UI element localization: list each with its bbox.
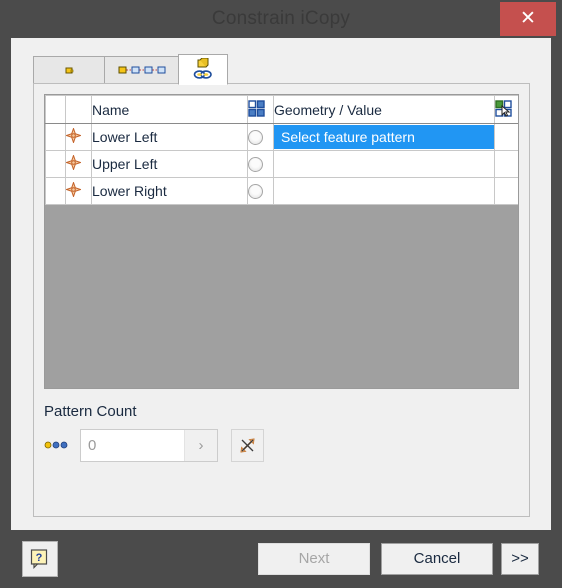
help-button[interactable]: ? [22, 541, 58, 577]
row-picker[interactable] [247, 177, 274, 205]
tab-panel: Name Geometry / Value Lower Left Select … [33, 83, 530, 517]
row-name: Lower Left [91, 123, 248, 151]
next-button[interactable]: Next [258, 543, 370, 575]
pattern-pick-grid-icon[interactable] [494, 95, 518, 124]
single-component-icon [34, 57, 104, 83]
row-extra [494, 177, 518, 205]
row-extra [494, 150, 518, 178]
dialog-title: Constrain iCopy [211, 8, 351, 29]
radio-unselected[interactable] [248, 157, 263, 173]
cancel-button[interactable]: Cancel [381, 543, 493, 575]
row-geometry-cell[interactable]: Select feature pattern [273, 123, 495, 151]
dialog-window: Constrain iCopy ✕ Name Geometry / Value … [0, 0, 562, 577]
constraint-grid[interactable]: Name Geometry / Value Lower Left Select … [44, 94, 519, 389]
table-header-row: Name Geometry / Value [45, 95, 518, 124]
close-icon: ✕ [520, 8, 536, 29]
pattern-grid-icon[interactable] [247, 95, 274, 124]
tab-component-chain[interactable] [104, 56, 179, 84]
pattern-constrain-icon [179, 55, 227, 84]
row-geometry-cell[interactable] [273, 177, 495, 205]
table-body: Lower Left Select feature pattern Upper … [45, 123, 518, 205]
header-icon [65, 95, 92, 124]
pattern-count-dropdown-button[interactable]: › [184, 430, 217, 461]
row-geometry-cell[interactable] [273, 150, 495, 178]
tab-pattern-constrain[interactable] [178, 54, 228, 85]
header-name: Name [91, 95, 248, 124]
row-picker[interactable] [247, 123, 274, 151]
radio-unselected[interactable] [248, 130, 263, 146]
component-chain-icon [105, 57, 178, 83]
pattern-count-label: Pattern Count [44, 403, 137, 420]
row-name: Upper Left [91, 150, 248, 178]
row-extra [494, 123, 518, 151]
close-button[interactable]: ✕ [500, 2, 556, 36]
row-selector[interactable] [45, 177, 66, 205]
svg-text:?: ? [36, 552, 43, 564]
title-bar: Constrain iCopy ✕ [0, 0, 562, 38]
flip-direction-button[interactable] [231, 429, 264, 462]
constraint-point-icon [65, 177, 92, 205]
tab-single-component[interactable] [33, 56, 105, 84]
row-picker[interactable] [247, 150, 274, 178]
header-select [45, 95, 66, 124]
row-selector[interactable] [45, 150, 66, 178]
row-geometry-value: Select feature pattern [274, 125, 494, 149]
row-name: Lower Right [91, 177, 248, 205]
table-row[interactable]: Lower Left Select feature pattern [45, 123, 518, 151]
three-dots-icon [44, 437, 70, 459]
tab-strip [33, 54, 530, 85]
flip-direction-icon [240, 438, 255, 453]
dialog-client-area: Name Geometry / Value Lower Left Select … [11, 38, 551, 577]
dialog-footer: ? Next Cancel >> [11, 530, 551, 588]
radio-unselected[interactable] [248, 184, 263, 200]
constraint-point-icon [65, 123, 92, 151]
expand-more-button[interactable]: >> [501, 543, 539, 575]
table-row[interactable]: Lower Right [45, 177, 518, 205]
header-geometry-value: Geometry / Value [273, 95, 495, 124]
row-selector[interactable] [45, 123, 66, 151]
constraint-table: Name Geometry / Value Lower Left Select … [45, 95, 518, 205]
table-row[interactable]: Upper Left [45, 150, 518, 178]
pattern-count-field[interactable]: › [80, 429, 218, 462]
constraint-point-icon [65, 150, 92, 178]
pattern-count-input[interactable] [81, 430, 185, 461]
